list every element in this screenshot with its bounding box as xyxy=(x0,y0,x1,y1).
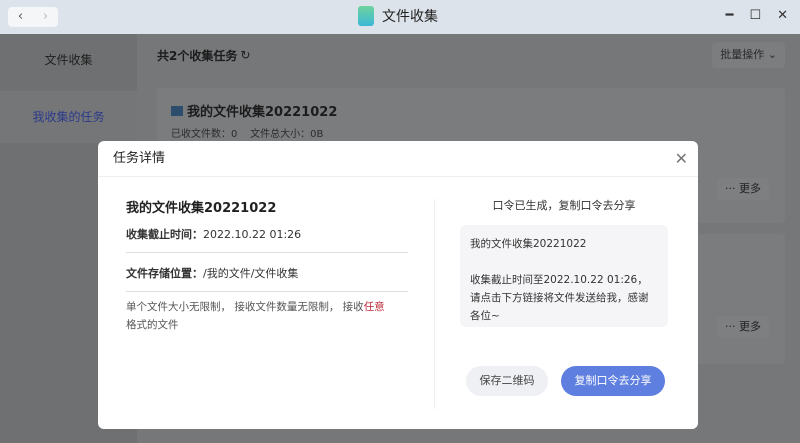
app-title: 文件收集 xyxy=(358,6,438,26)
sidebar-item-file-collect[interactable]: 文件收集 xyxy=(0,34,137,86)
deadline-value: 2022.10.22 01:26 xyxy=(203,228,302,241)
location-value: /我的文件/文件收集 xyxy=(203,267,299,280)
share-panel: 口令已生成，复制口令去分享 我的文件收集20221022 收集截止时间至2022… xyxy=(460,197,668,327)
close-window-button[interactable]: ✕ xyxy=(777,8,788,23)
task-meta: 已收文件数：0 文件总大小：0B xyxy=(171,125,323,140)
maximize-button[interactable]: ☐ xyxy=(749,8,761,23)
note-text: 单个文件大小无限制， 接收文件数量无限制， 接收 xyxy=(126,301,364,313)
task-name: 我的文件收集20221022 xyxy=(187,105,338,120)
divider xyxy=(434,199,435,409)
title-bar: ‹ › 文件收集 ━ ☐ ✕ xyxy=(0,0,800,34)
task-count: 共2个收集任务 xyxy=(157,48,238,63)
share-title: 口令已生成，复制口令去分享 xyxy=(492,199,636,212)
share-code-message: 收集截止时间至2022.10.22 01:26， 请点击下方链接将文件发送给我，… xyxy=(470,274,649,322)
app-icon xyxy=(358,6,374,26)
more-button[interactable]: ··· 更多 xyxy=(717,178,769,200)
location-label: 文件存储位置： xyxy=(126,267,203,280)
window-controls: ━ ☐ ✕ xyxy=(726,8,788,23)
chevron-down-icon: ⌄ xyxy=(767,48,777,61)
folder-icon xyxy=(171,106,183,116)
share-code-title: 我的文件收集20221022 xyxy=(470,238,587,250)
batch-label: 批量操作 xyxy=(720,48,765,61)
task-card-title: 我的文件收集20221022 xyxy=(171,101,337,120)
limit-note: 单个文件大小无限制， 接收文件数量无限制， 接收任意格式的文件 xyxy=(126,298,408,334)
share-code-box: 我的文件收集20221022 收集截止时间至2022.10.22 01:26， … xyxy=(460,225,668,327)
task-name: 我的文件收集20221022 xyxy=(126,201,277,216)
sidebar-item-my-tasks[interactable]: 我收集的任务 xyxy=(0,91,137,143)
save-qr-button[interactable]: 保存二维码 xyxy=(466,366,548,396)
nav-buttons: ‹ › xyxy=(8,7,58,27)
window-title: 文件收集 xyxy=(382,9,438,25)
deadline-label: 收集截止时间： xyxy=(126,228,203,241)
note-highlight: 任意 xyxy=(363,301,385,313)
task-detail-dialog: 任务详情 ✕ 我的文件收集20221022 收集截止时间：2022.10.22 … xyxy=(98,141,698,429)
back-button[interactable]: ‹ xyxy=(8,7,33,27)
more-button[interactable]: ··· 更多 xyxy=(717,316,769,338)
received-count: 已收文件数：0 xyxy=(171,129,238,140)
task-count-header: 共2个收集任务 ↻ xyxy=(137,34,800,76)
close-icon[interactable]: ✕ xyxy=(675,149,688,168)
deadline-row: 收集截止时间：2022.10.22 01:26 xyxy=(126,216,408,253)
note-suffix: 格式的文件 xyxy=(126,319,179,331)
dialog-title: 任务详情 xyxy=(98,141,698,177)
batch-operation-dropdown[interactable]: 批量操作 ⌄ xyxy=(712,42,785,68)
task-info: 我的文件收集20221022 收集截止时间：2022.10.22 01:26 文… xyxy=(126,197,408,334)
forward-button[interactable]: › xyxy=(33,7,58,27)
minimize-button[interactable]: ━ xyxy=(726,8,734,23)
total-size: 文件总大小：0B xyxy=(250,129,324,140)
copy-share-button[interactable]: 复制口令去分享 xyxy=(561,366,665,396)
location-row: 文件存储位置：/我的文件/文件收集 xyxy=(126,253,408,292)
refresh-icon[interactable]: ↻ xyxy=(240,48,250,62)
